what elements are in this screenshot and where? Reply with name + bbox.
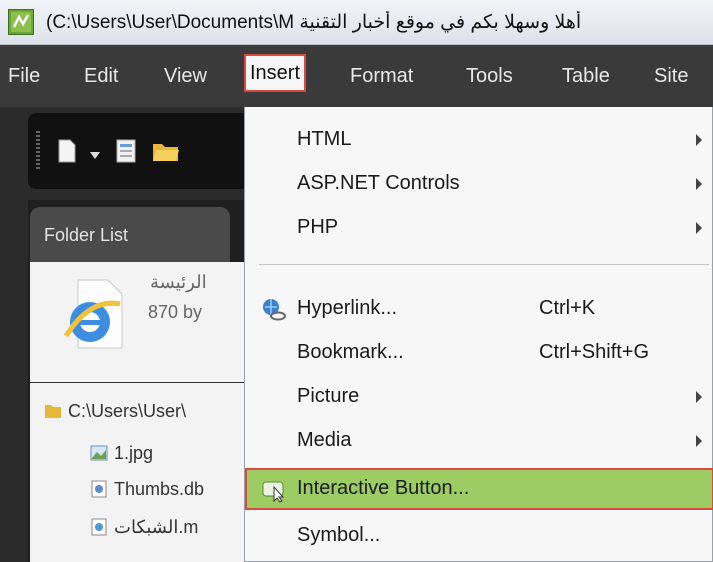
page-icon[interactable] — [116, 139, 136, 168]
menu-insert[interactable]: Insert — [244, 54, 307, 92]
menu-table[interactable]: Table — [558, 57, 614, 95]
expression-web-icon[interactable] — [8, 9, 34, 35]
interactive-button-icon — [261, 477, 287, 508]
menu-item-hyperlink[interactable]: Hyperlink... Ctrl+K — [245, 289, 713, 329]
tree-item-label: Thumbs.db — [114, 479, 205, 499]
menu-item-label: Media — [297, 429, 352, 451]
menu-site[interactable]: Site — [650, 57, 692, 95]
menu-item-bookmark[interactable]: Bookmark... Ctrl+Shift+G — [245, 333, 713, 373]
menu-item-label: Symbol... — [297, 524, 381, 546]
menu-bar: File Edit View Insert Format Tools Table… — [0, 45, 713, 107]
tree-item-thumbs[interactable]: Thumbs.db — [90, 479, 204, 500]
tree-item-1jpg[interactable]: 1.jpg — [90, 443, 153, 464]
tree-item-label: الشبكات.m — [114, 517, 199, 537]
menu-item-label: Interactive Button... — [297, 477, 470, 499]
open-folder-icon[interactable] — [152, 139, 180, 168]
menu-item-label: ASP.NET Controls — [297, 172, 460, 194]
menu-item-label: Hyperlink... — [297, 297, 398, 319]
menu-separator — [259, 264, 709, 265]
menu-item-label: HTML — [297, 128, 352, 150]
window-title: (C:\Users\User\Documents\M أهلا وسهلا بك… — [46, 12, 582, 33]
menu-item-picture[interactable]: Picture — [245, 377, 713, 417]
submenu-arrow-icon — [696, 178, 702, 190]
menu-item-media[interactable]: Media — [245, 421, 713, 461]
menu-item-html[interactable]: HTML — [245, 120, 713, 160]
tree-item-networks[interactable]: الشبكات.m — [90, 517, 198, 538]
tree-item-label: C:\Users\User\ — [68, 401, 187, 421]
menu-item-shortcut: Ctrl+Shift+G — [539, 341, 650, 363]
tab-folder-list-label: Folder List — [44, 225, 129, 245]
db-file-icon — [90, 480, 108, 498]
menu-item-shortcut: Ctrl+K — [539, 297, 596, 319]
submenu-arrow-icon — [696, 134, 702, 146]
dropdown-arrow-icon[interactable] — [90, 147, 100, 165]
title-bar: (C:\Users\User\Documents\M أهلا وسهلا بك… — [0, 0, 713, 45]
menu-view[interactable]: View — [160, 57, 211, 95]
tab-folder-list[interactable]: Folder List — [30, 207, 230, 263]
menu-item-php[interactable]: PHP — [245, 208, 713, 248]
menu-item-label: PHP — [297, 216, 339, 238]
new-page-icon[interactable] — [58, 139, 76, 168]
toolbar-grip[interactable] — [36, 131, 40, 171]
submenu-arrow-icon — [696, 435, 702, 447]
menu-item-symbol[interactable]: Symbol... — [245, 516, 713, 556]
internet-explorer-icon — [62, 278, 126, 355]
menu-edit[interactable]: Edit — [80, 57, 122, 95]
hyperlink-icon — [261, 297, 287, 328]
menu-tools[interactable]: Tools — [462, 57, 517, 95]
preview-file-size: 870 by — [148, 302, 203, 322]
tree-item-root[interactable]: C:\Users\User\ — [44, 401, 186, 422]
menu-item-aspnet[interactable]: ASP.NET Controls — [245, 164, 713, 204]
insert-menu: HTML ASP.NET Controls PHP Hyperlink... C… — [244, 107, 713, 562]
submenu-arrow-icon — [696, 391, 702, 403]
tree-item-label: 1.jpg — [114, 443, 154, 463]
menu-item-label: Bookmark... — [297, 341, 404, 363]
submenu-arrow-icon — [696, 222, 702, 234]
image-file-icon — [90, 444, 108, 462]
menu-item-interactive-button[interactable]: Interactive Button... — [245, 468, 713, 510]
folder-tree: C:\Users\User\ 1.jpg Thumbs.db الشبكات.m — [30, 383, 258, 562]
folder-icon — [44, 402, 62, 420]
menu-file[interactable]: File — [4, 57, 44, 95]
preview-file-name: الرئيسة — [150, 272, 207, 292]
menu-format[interactable]: Format — [346, 57, 417, 95]
menu-item-label: Picture — [297, 385, 360, 407]
web-file-icon — [90, 518, 108, 536]
toolbar — [28, 113, 258, 189]
